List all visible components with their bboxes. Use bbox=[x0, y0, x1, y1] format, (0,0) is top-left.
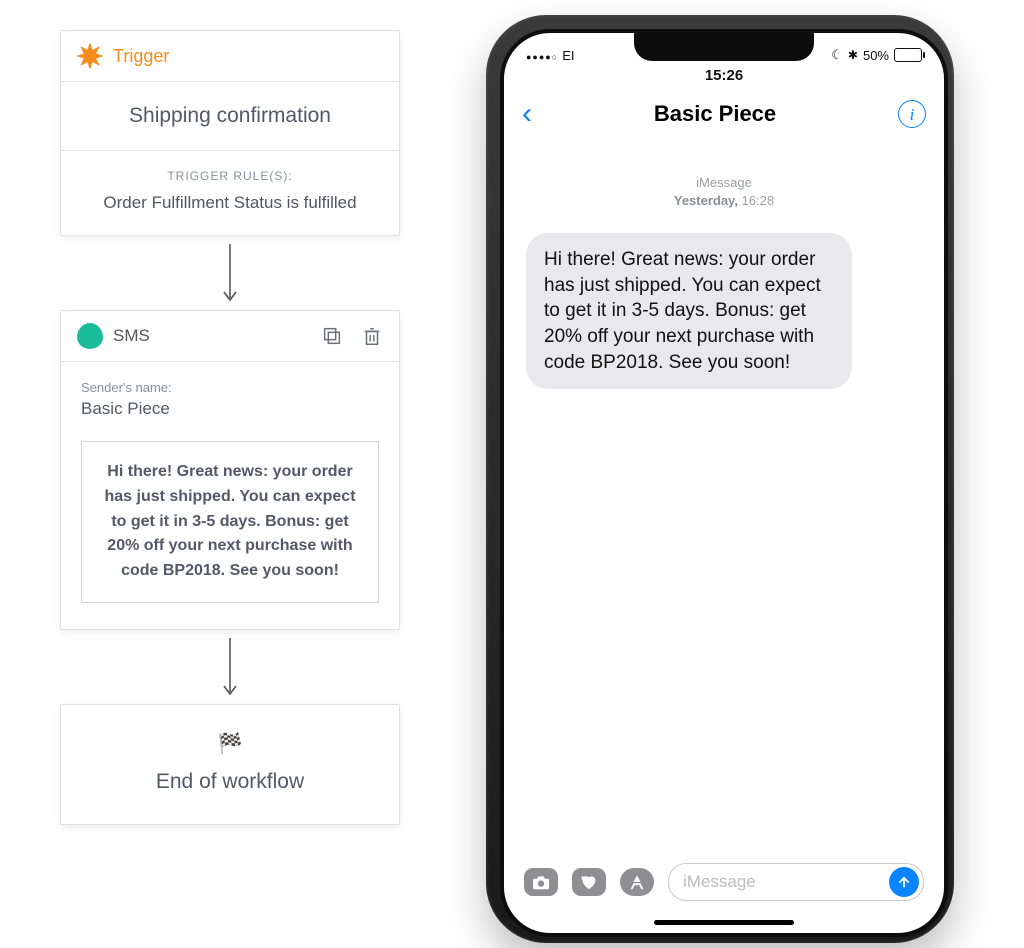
signal-dots-icon bbox=[526, 48, 558, 63]
apps-button[interactable] bbox=[620, 868, 654, 896]
speech-bubble-icon bbox=[77, 323, 103, 349]
trigger-title: Shipping confirmation bbox=[61, 82, 399, 151]
incoming-message-bubble: Hi there! Great news: your order has jus… bbox=[526, 233, 852, 389]
status-time: 15:26 bbox=[705, 67, 743, 84]
status-bar-right: ☾ ✱ 50% bbox=[831, 47, 922, 63]
end-label: End of workflow bbox=[71, 770, 389, 794]
send-button[interactable] bbox=[889, 867, 919, 897]
status-bar-left: EI bbox=[526, 48, 574, 63]
arrow-icon bbox=[60, 630, 400, 704]
delete-button[interactable] bbox=[361, 325, 383, 347]
end-card: 🏁 End of workflow bbox=[60, 704, 400, 825]
phone-mockup: EI 15:26 ☾ ✱ 50% ‹ Basic Piece i iMessag bbox=[486, 15, 954, 943]
nav-bar: ‹ Basic Piece i bbox=[504, 91, 944, 146]
duplicate-button[interactable] bbox=[321, 325, 343, 347]
back-button[interactable]: ‹ bbox=[522, 99, 532, 129]
thread-meta-service: iMessage bbox=[504, 174, 944, 192]
thread-meta-day: Yesterday, bbox=[674, 193, 738, 208]
phone-notch bbox=[634, 33, 814, 61]
sms-header-label: SMS bbox=[113, 326, 150, 346]
home-indicator[interactable] bbox=[654, 920, 794, 925]
sender-label: Sender's name: bbox=[81, 380, 379, 395]
trigger-card: Trigger Shipping confirmation TRIGGER RU… bbox=[60, 30, 400, 236]
trigger-rules: TRIGGER RULE(S): Order Fulfillment Statu… bbox=[61, 151, 399, 235]
trigger-rules-label: TRIGGER RULE(S): bbox=[73, 169, 387, 183]
trigger-header-label: Trigger bbox=[113, 46, 169, 67]
nav-title: Basic Piece bbox=[654, 101, 776, 127]
compose-placeholder: iMessage bbox=[683, 872, 756, 892]
sms-body: Sender's name: Basic Piece Hi there! Gre… bbox=[61, 362, 399, 629]
camera-button[interactable] bbox=[524, 868, 558, 896]
sms-header: SMS bbox=[61, 311, 399, 362]
bluetooth-icon: ✱ bbox=[848, 48, 858, 62]
moon-icon: ☾ bbox=[831, 47, 843, 63]
messages-area[interactable]: Hi there! Great news: your order has jus… bbox=[504, 227, 944, 849]
workflow-column: Trigger Shipping confirmation TRIGGER RU… bbox=[60, 30, 400, 825]
info-button[interactable]: i bbox=[898, 100, 926, 128]
arrow-icon bbox=[60, 236, 400, 310]
battery-icon bbox=[894, 48, 922, 62]
burst-icon bbox=[77, 43, 103, 69]
trigger-rule-text: Order Fulfillment Status is fulfilled bbox=[73, 193, 387, 213]
sender-name: Basic Piece bbox=[81, 399, 379, 419]
thread-meta: iMessage Yesterday, 16:28 bbox=[504, 146, 944, 227]
compose-input[interactable]: iMessage bbox=[668, 863, 924, 901]
sms-card: SMS Sender's name: Basic Piece Hi there!… bbox=[60, 310, 400, 630]
carrier-label: EI bbox=[562, 48, 574, 63]
trigger-header: Trigger bbox=[61, 31, 399, 82]
battery-pct: 50% bbox=[863, 48, 889, 63]
thread-meta-time: 16:28 bbox=[742, 193, 775, 208]
phone-screen: EI 15:26 ☾ ✱ 50% ‹ Basic Piece i iMessag bbox=[504, 33, 944, 933]
sms-header-actions bbox=[321, 325, 383, 347]
flag-icon: 🏁 bbox=[71, 731, 389, 756]
digital-touch-button[interactable] bbox=[572, 868, 606, 896]
sms-message-preview: Hi there! Great news: your order has jus… bbox=[81, 441, 379, 603]
phone-bezel: EI 15:26 ☾ ✱ 50% ‹ Basic Piece i iMessag bbox=[500, 29, 948, 937]
sms-header-left: SMS bbox=[77, 323, 150, 349]
